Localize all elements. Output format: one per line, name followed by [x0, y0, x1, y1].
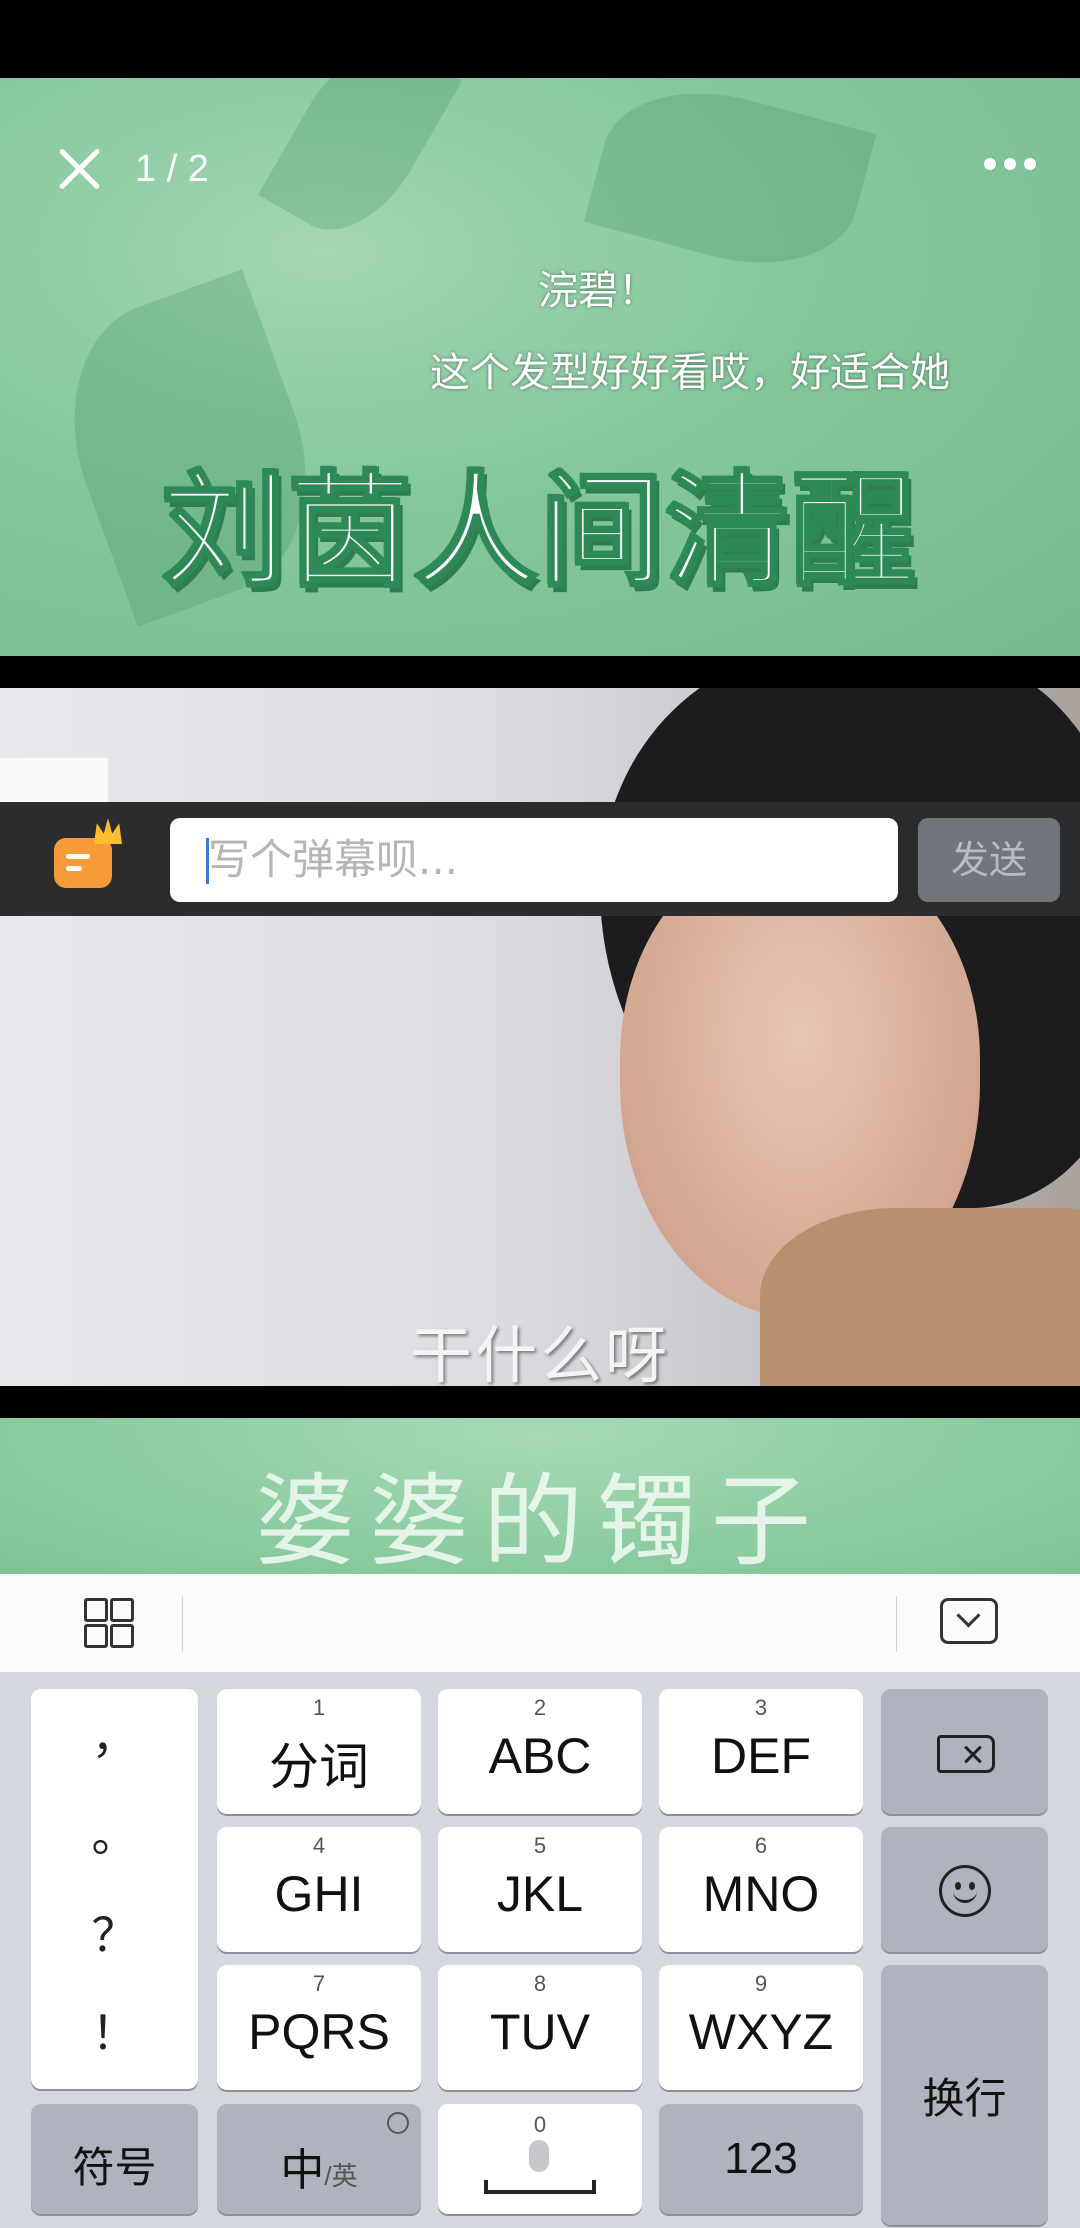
- key-label: MNO: [702, 1866, 820, 1922]
- punct-question: ？: [91, 1908, 138, 1962]
- key-number: 2: [533, 1695, 547, 1720]
- key-number: 4: [312, 1833, 326, 1858]
- emoji-icon: [939, 1865, 991, 1917]
- background-leaf: [258, 78, 462, 255]
- video-title-overlay: 刘茵人间清醒: [160, 459, 918, 606]
- danmaku-style-icon[interactable]: [54, 818, 122, 888]
- key-5[interactable]: 5 JKL: [438, 1827, 642, 1952]
- enter-key-label: 换行: [922, 2075, 1007, 2122]
- key-label: ABC: [488, 1728, 592, 1784]
- key-8[interactable]: 8 TUV: [438, 1965, 642, 2090]
- keyboard-toolbar: [0, 1574, 1080, 1673]
- emoji-key[interactable]: [881, 1827, 1048, 1952]
- danmaku-comment: 这个发型好好看哎，好适合她: [430, 350, 950, 396]
- video-bottom-overlay: 婆婆的镯子: [255, 1463, 825, 1580]
- backspace-key[interactable]: [881, 1689, 1048, 1814]
- punct-comma: ，: [91, 1710, 138, 1764]
- key-label: DEF: [711, 1728, 811, 1784]
- page-counter: 1 / 2: [135, 148, 209, 190]
- key-number: 9: [754, 1971, 768, 1996]
- numbers-key-label: 123: [724, 2134, 798, 2183]
- danmaku-input-bar: 写个弹幕呗... 发送: [0, 802, 1080, 916]
- key-label: GHI: [274, 1866, 364, 1922]
- key-number: 1: [312, 1695, 326, 1720]
- key-label: TUV: [490, 2004, 590, 2060]
- key-3[interactable]: 3 DEF: [659, 1689, 863, 1814]
- enter-key[interactable]: 换行: [881, 1965, 1048, 2225]
- key-number: 7: [312, 1971, 326, 1996]
- text-caret: [206, 838, 209, 884]
- key-4[interactable]: 4 GHI: [217, 1827, 421, 1952]
- space-key[interactable]: 0: [438, 2104, 642, 2214]
- danmaku-input[interactable]: 写个弹幕呗...: [170, 818, 898, 902]
- key-2[interactable]: 2 ABC: [438, 1689, 642, 1814]
- key-6[interactable]: 6 MNO: [659, 1827, 863, 1952]
- language-switch-key[interactable]: 中/英: [217, 2104, 421, 2214]
- backspace-icon: [937, 1735, 995, 1773]
- key-1[interactable]: 1 分词: [217, 1689, 421, 1814]
- close-icon[interactable]: [50, 140, 108, 198]
- key-label: JKL: [496, 1866, 584, 1922]
- danmaku-comment: 浣碧！: [538, 268, 658, 314]
- lang-main-label: 中: [280, 2146, 325, 2195]
- background-whiteboard: [0, 758, 108, 808]
- key-number: 5: [533, 1833, 547, 1858]
- punct-period: 。: [91, 1808, 138, 1862]
- collapse-keyboard-icon[interactable]: [940, 1598, 998, 1644]
- more-options-icon[interactable]: [984, 155, 1044, 185]
- key-number: 6: [754, 1833, 768, 1858]
- key-label: WXYZ: [688, 2004, 834, 2060]
- send-button[interactable]: 发送: [918, 818, 1060, 902]
- grid-icon[interactable]: [84, 1598, 134, 1648]
- lang-alt-label: /英: [324, 2161, 358, 2191]
- punct-exclaim: ！: [91, 2006, 138, 2060]
- danmaku-input-placeholder: 写个弹幕呗...: [208, 835, 459, 884]
- video-subtitle: 干什么呀: [409, 1319, 670, 1392]
- key-label: 分词: [269, 1739, 369, 1795]
- key-label: PQRS: [248, 2004, 390, 2060]
- key-number: 3: [754, 1695, 768, 1720]
- key-7[interactable]: 7 PQRS: [217, 1965, 421, 2090]
- key-9[interactable]: 9 WXYZ: [659, 1965, 863, 2090]
- symbol-key[interactable]: 符号: [31, 2104, 198, 2214]
- key-number: 8: [533, 1971, 547, 1996]
- numbers-key[interactable]: 123: [659, 2104, 863, 2214]
- keyboard: ， 。 ？ ！ 1 分词 2 ABC 3 DEF 4 GHI 5 JKL 6 M…: [0, 1672, 1080, 2228]
- globe-icon: [387, 2112, 409, 2134]
- key-number: 0: [533, 2112, 547, 2137]
- punctuation-key[interactable]: ， 。 ？ ！: [31, 1689, 198, 2089]
- status-bar: [0, 0, 1080, 78]
- space-bar-icon: [484, 2180, 596, 2194]
- symbol-key-label: 符号: [72, 2144, 157, 2191]
- mic-icon: [529, 2140, 549, 2172]
- video-frame-middle: [0, 688, 1080, 1386]
